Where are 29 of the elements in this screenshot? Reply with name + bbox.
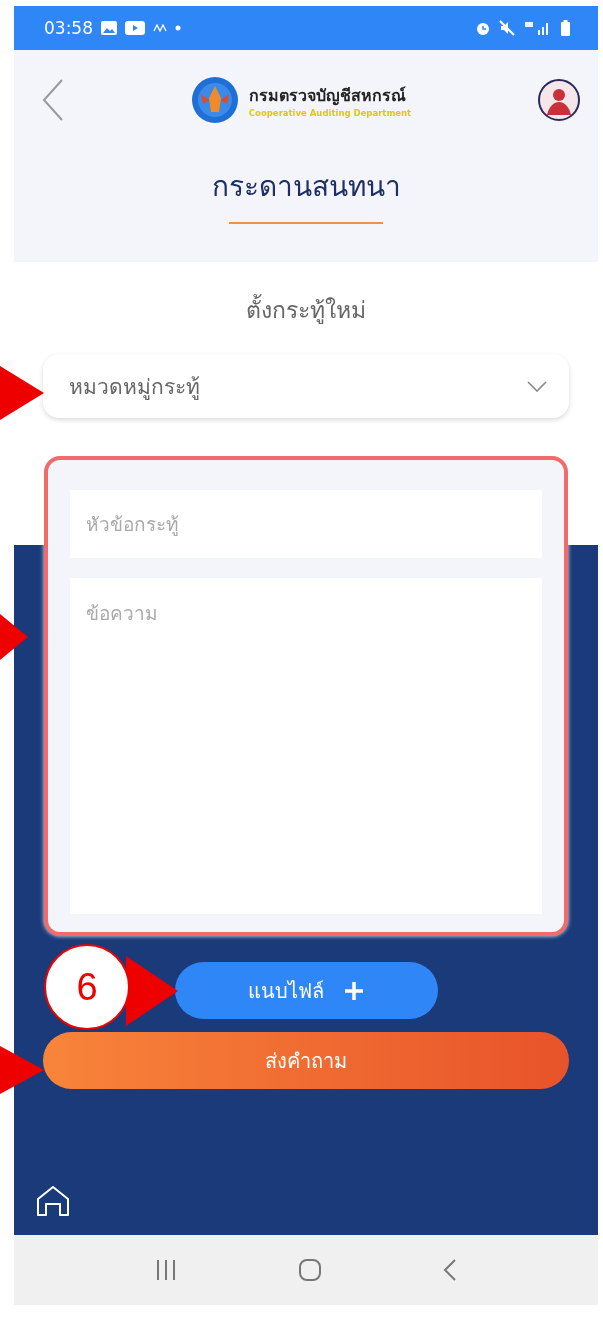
video-icon [125,21,145,35]
back-icon[interactable] [42,78,64,122]
alarm-icon [475,20,491,36]
recent-apps-icon[interactable] [154,1259,177,1281]
logo-title: กรมตรวจบัญชีสหกรณ์ [248,84,407,108]
pointer-arrow [0,612,28,662]
back-nav-icon[interactable] [443,1258,458,1282]
plus-icon [344,980,364,1001]
page-title: กระดานสนทนา [211,169,401,205]
home-icon[interactable] [36,1185,70,1217]
notification-icon [153,24,167,32]
status-time: 03:58 [44,18,93,38]
mute-icon [499,20,515,36]
submit-question-button[interactable]: ส่งคำถาม [43,1032,569,1089]
pointer-arrow [126,956,178,1026]
attach-file-button[interactable]: แนบไฟล์ [174,962,438,1019]
profile-avatar[interactable] [538,79,580,121]
category-select[interactable]: หมวดหมู่กระทู้ [43,354,569,418]
chevron-down-icon [527,380,547,392]
form-heading: ตั้งกระทู้ใหม่ [246,292,366,328]
emblem-logo [190,76,239,124]
message-field[interactable]: ข้อความ [70,578,542,914]
topic-field[interactable]: หัวข้อกระทู้ [70,490,542,558]
image-icon [101,21,117,35]
dot-icon [175,25,181,31]
home-button-icon[interactable] [298,1258,322,1282]
battery-icon [561,20,570,36]
pointer-arrow [0,1044,44,1096]
logo-subtitle: Cooperative Auditing Department [248,107,412,118]
